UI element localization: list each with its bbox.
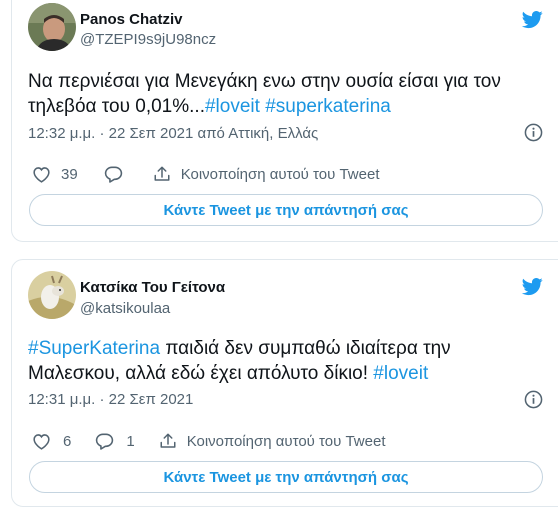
- tweet-reply-button[interactable]: Κάντε Tweet με την απάντησή σας: [29, 194, 543, 226]
- tweet-text: #SuperKaterina παιδιά δεν συμπαθώ ιδιαίτ…: [28, 336, 548, 386]
- tweet-timestamp[interactable]: 12:31 μ.μ. · 22 Σεπ 2021: [28, 391, 193, 408]
- share-button[interactable]: Κοινοποίηση αυτού του Tweet: [159, 432, 386, 450]
- author-handle[interactable]: @katsikoulaa: [80, 300, 170, 317]
- heart-icon: [33, 166, 50, 183]
- tweet-reply-button[interactable]: Κάντε Tweet με την απάντησή σας: [29, 461, 543, 493]
- hashtag-superkaterina[interactable]: #superkaterina: [265, 96, 391, 117]
- reply-bubble-icon: [104, 166, 122, 183]
- author-handle[interactable]: @TZEPI9s9jU98ncz: [80, 31, 216, 48]
- info-icon[interactable]: [524, 390, 543, 409]
- hashtag-superkaterina[interactable]: #SuperKaterina: [28, 338, 160, 359]
- like-button[interactable]: 6: [32, 433, 71, 450]
- tweet-card: Panos Chatziv @TZEPI9s9jU98ncz Να περνιέ…: [11, 0, 558, 242]
- like-button[interactable]: 39: [32, 166, 78, 183]
- tweet-actions: 39 Κοινοποίηση αυτού του Tweet: [32, 163, 379, 185]
- author-name[interactable]: Κατσίκα Του Γείτονα: [80, 279, 225, 296]
- tweet-text-line: #SuperKaterina παιδιά δεν συμπαθώ ιδιαίτ…: [28, 336, 548, 361]
- share-icon: [154, 166, 170, 181]
- share-button[interactable]: Κοινοποίηση αυτού του Tweet: [153, 165, 380, 183]
- hashtag-loveit[interactable]: #loveit: [205, 96, 260, 117]
- tweet-text: Να περνιέσαι για Μενεγάκη ενω στην ουσία…: [28, 69, 548, 119]
- tweet-text-body: Μαλεσκου, αλλά εδώ έχει απόλυτο δίκιο!: [28, 363, 374, 384]
- author-name[interactable]: Panos Chatziv: [80, 11, 183, 28]
- heart-icon: [33, 433, 50, 450]
- avatar[interactable]: [28, 271, 76, 319]
- twitter-bird-icon[interactable]: [520, 276, 545, 297]
- reply-action[interactable]: [104, 165, 123, 183]
- avatar[interactable]: [28, 3, 76, 51]
- share-label: Κοινοποίηση αυτού του Tweet: [186, 432, 386, 450]
- reply-action[interactable]: 1: [95, 432, 135, 450]
- reply-count: 1: [126, 432, 135, 450]
- tweet-timestamp[interactable]: 12:32 μ.μ. · 22 Σεπ 2021 από Αττική, Ελλ…: [28, 125, 318, 142]
- share-icon: [160, 433, 176, 448]
- share-label: Κοινοποίηση αυτού του Tweet: [180, 165, 380, 183]
- tweet-card: Κατσίκα Του Γείτονα @katsikoulaa #SuperK…: [11, 259, 558, 507]
- twitter-bird-icon[interactable]: [520, 9, 545, 30]
- tweet-actions: 6 1 Κοινοποίηση αυτού του Tweet: [32, 430, 385, 452]
- hashtag-loveit[interactable]: #loveit: [373, 363, 428, 384]
- like-count: 39: [61, 165, 78, 183]
- tweet-text-line: Μαλεσκου, αλλά εδώ έχει απόλυτο δίκιο! #…: [28, 361, 548, 386]
- like-count: 6: [63, 432, 72, 450]
- tweet-text-body: παιδιά δεν συμπαθώ ιδιαίτερα την: [160, 338, 451, 359]
- reply-bubble-icon: [96, 433, 114, 450]
- info-icon[interactable]: [524, 123, 543, 142]
